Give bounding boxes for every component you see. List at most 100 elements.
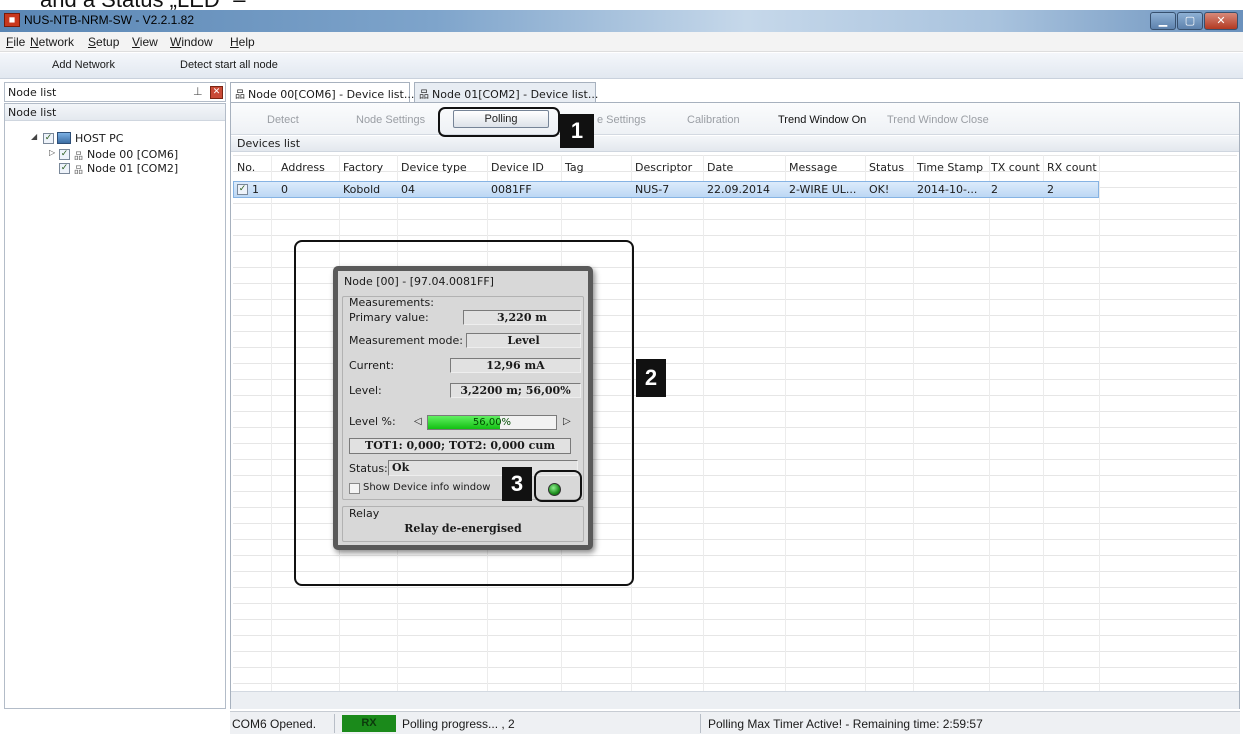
document-caption: and a Status „LED“ – xyxy=(0,0,600,10)
column-header-factory[interactable]: Factory xyxy=(343,161,383,174)
column-header-message[interactable]: Message xyxy=(789,161,837,174)
row-checkbox[interactable]: ✓ xyxy=(237,184,248,195)
polling-progress: Polling progress... , 2 xyxy=(402,717,515,731)
menu-help[interactable]: Help xyxy=(230,35,255,49)
expand-icon[interactable]: ▷ xyxy=(49,148,55,157)
computer-icon xyxy=(57,132,71,144)
close-panel-icon[interactable]: ✕ xyxy=(210,86,223,99)
tree-item-node-00[interactable]: ▷ ✓ 品 Node 00 [COM6] xyxy=(49,148,219,162)
cell-device-type: 04 xyxy=(401,183,415,196)
tree-item-host-pc[interactable]: ◢ ✓ HOST PC xyxy=(31,132,221,146)
network-node-icon: 品 xyxy=(74,166,84,176)
node-settings-button[interactable]: Node Settings xyxy=(356,114,425,126)
checkbox-node-01[interactable]: ✓ xyxy=(59,163,70,174)
menu-file[interactable]: File xyxy=(6,35,25,49)
cell-tx-count: 2 xyxy=(991,183,998,196)
column-header-date[interactable]: Date xyxy=(707,161,733,174)
menu-network[interactable]: Network xyxy=(30,35,74,49)
annotation-number-1: 1 xyxy=(560,114,594,148)
devices-list-title: Devices list xyxy=(231,136,1239,152)
maximize-button[interactable]: ▢ xyxy=(1177,12,1203,30)
status-separator xyxy=(700,714,701,733)
checkbox-host-pc[interactable]: ✓ xyxy=(43,133,54,144)
tab-node-00[interactable]: 品 Node 00[COM6] - Device list... xyxy=(230,82,414,102)
detect-start-all-button[interactable]: Detect start all node xyxy=(180,59,278,71)
horizontal-scrollbar[interactable] xyxy=(231,691,1239,709)
cell-address: 0 xyxy=(281,183,288,196)
cell-date: 22.09.2014 xyxy=(707,183,770,196)
cell-rx-count: 2 xyxy=(1047,183,1054,196)
devices-list-label: Devices list xyxy=(237,137,301,150)
column-header-rx-count[interactable]: RX count xyxy=(1047,161,1097,174)
node-list-header: Node list ⊥ ✕ xyxy=(4,82,226,102)
status-bar: COM6 Opened. RX Polling progress... , 2 … xyxy=(230,711,1240,734)
title-bar: ◼ NUS-NTB-NRM-SW - V2.2.1.82 ▁ ▢ ✕ xyxy=(0,10,1243,32)
caption-text: and a Status „LED“ – xyxy=(40,0,245,10)
node-list-panel: Node list ◢ ✓ HOST PC ▷ ✓ 品 Node 00 [COM… xyxy=(4,103,226,709)
menu-setup[interactable]: Setup xyxy=(88,35,119,49)
cell-device-id: 0081FF xyxy=(491,183,532,196)
menu-window[interactable]: Window xyxy=(170,35,213,49)
column-header-status[interactable]: Status xyxy=(869,161,904,174)
collapse-icon[interactable]: ◢ xyxy=(31,132,37,141)
tree-label-node-01: Node 01 [COM2] xyxy=(87,162,179,175)
node-list-header-label: Node list xyxy=(8,86,57,99)
cell-message: 2-WIRE UL... xyxy=(789,183,857,196)
column-divider xyxy=(989,155,990,691)
cell-time-stamp: 2014-10-... xyxy=(917,183,978,196)
main-toolbar: Add Network Detect start all node xyxy=(0,53,1243,79)
column-divider xyxy=(1043,155,1044,691)
network-tab-icon: 品 xyxy=(235,90,245,101)
close-button[interactable]: ✕ xyxy=(1204,12,1238,30)
tab-node-01[interactable]: 品 Node 01[COM2] - Device list... xyxy=(414,82,599,102)
column-header-descriptor[interactable]: Descriptor xyxy=(635,161,692,174)
cell-no: 1 xyxy=(252,183,259,196)
rx-indicator: RX xyxy=(342,715,396,732)
menu-view[interactable]: View xyxy=(132,35,158,49)
menu-bar: File Network Setup View Window Help xyxy=(0,32,1243,52)
tab-node-01-label: Node 01[COM2] - Device list... xyxy=(432,88,599,101)
cell-factory: Kobold xyxy=(343,183,381,196)
network-tab-icon: 品 xyxy=(419,90,429,101)
tree-label-host-pc: HOST PC xyxy=(75,132,124,145)
tab-node-00-label: Node 00[COM6] - Device list... xyxy=(248,88,415,101)
status-separator xyxy=(334,714,335,733)
calibration-button[interactable]: Calibration xyxy=(687,114,740,126)
port-status: COM6 Opened. xyxy=(232,717,317,731)
cell-descriptor: NUS-7 xyxy=(635,183,670,196)
device-settings-button[interactable]: e Settings xyxy=(597,114,646,126)
column-divider xyxy=(913,155,914,691)
device-toolbar: Detect Node Settings Polling e Settings … xyxy=(231,103,1239,135)
annotation-number-3: 3 xyxy=(502,467,532,501)
minimize-button[interactable]: ▁ xyxy=(1150,12,1176,30)
column-header-tx-count[interactable]: TX count xyxy=(991,161,1040,174)
column-divider xyxy=(1099,155,1100,691)
checkbox-node-00[interactable]: ✓ xyxy=(59,149,70,160)
column-header-address[interactable]: Address xyxy=(281,161,325,174)
column-header-device-type[interactable]: Device type xyxy=(401,161,467,174)
document-tabs: 品 Node 00[COM6] - Device list... 品 Node 01… xyxy=(230,82,1240,102)
node-list-title-label: Node list xyxy=(8,106,57,119)
column-divider xyxy=(865,155,866,691)
column-header-device-id[interactable]: Device ID xyxy=(491,161,544,174)
column-divider xyxy=(271,155,272,691)
window-title: NUS-NTB-NRM-SW - V2.2.1.82 xyxy=(24,13,195,27)
network-node-icon: 品 xyxy=(74,152,84,162)
annotation-ring-polling xyxy=(438,107,560,137)
trend-window-close-button[interactable]: Trend Window Close xyxy=(887,114,989,126)
column-divider xyxy=(703,155,704,691)
column-header-time-stamp[interactable]: Time Stamp xyxy=(917,161,983,174)
trend-window-on-button[interactable]: Trend Window On xyxy=(778,114,866,126)
cell-status: OK! xyxy=(869,183,890,196)
pin-icon[interactable]: ⊥ xyxy=(193,85,203,98)
detect-button[interactable]: Detect xyxy=(267,114,299,126)
annotation-frame-dialog xyxy=(294,240,634,586)
polling-timer: Polling Max Timer Active! - Remaining ti… xyxy=(708,717,983,731)
node-list-title: Node list xyxy=(5,104,225,121)
column-divider xyxy=(785,155,786,691)
tree-label-node-00: Node 00 [COM6] xyxy=(87,148,179,161)
column-header-tag[interactable]: Tag xyxy=(565,161,584,174)
column-header-no[interactable]: No. xyxy=(237,161,255,174)
add-network-button[interactable]: Add Network xyxy=(52,59,115,71)
tree-item-node-01[interactable]: ✓ 品 Node 01 [COM2] xyxy=(49,162,219,176)
